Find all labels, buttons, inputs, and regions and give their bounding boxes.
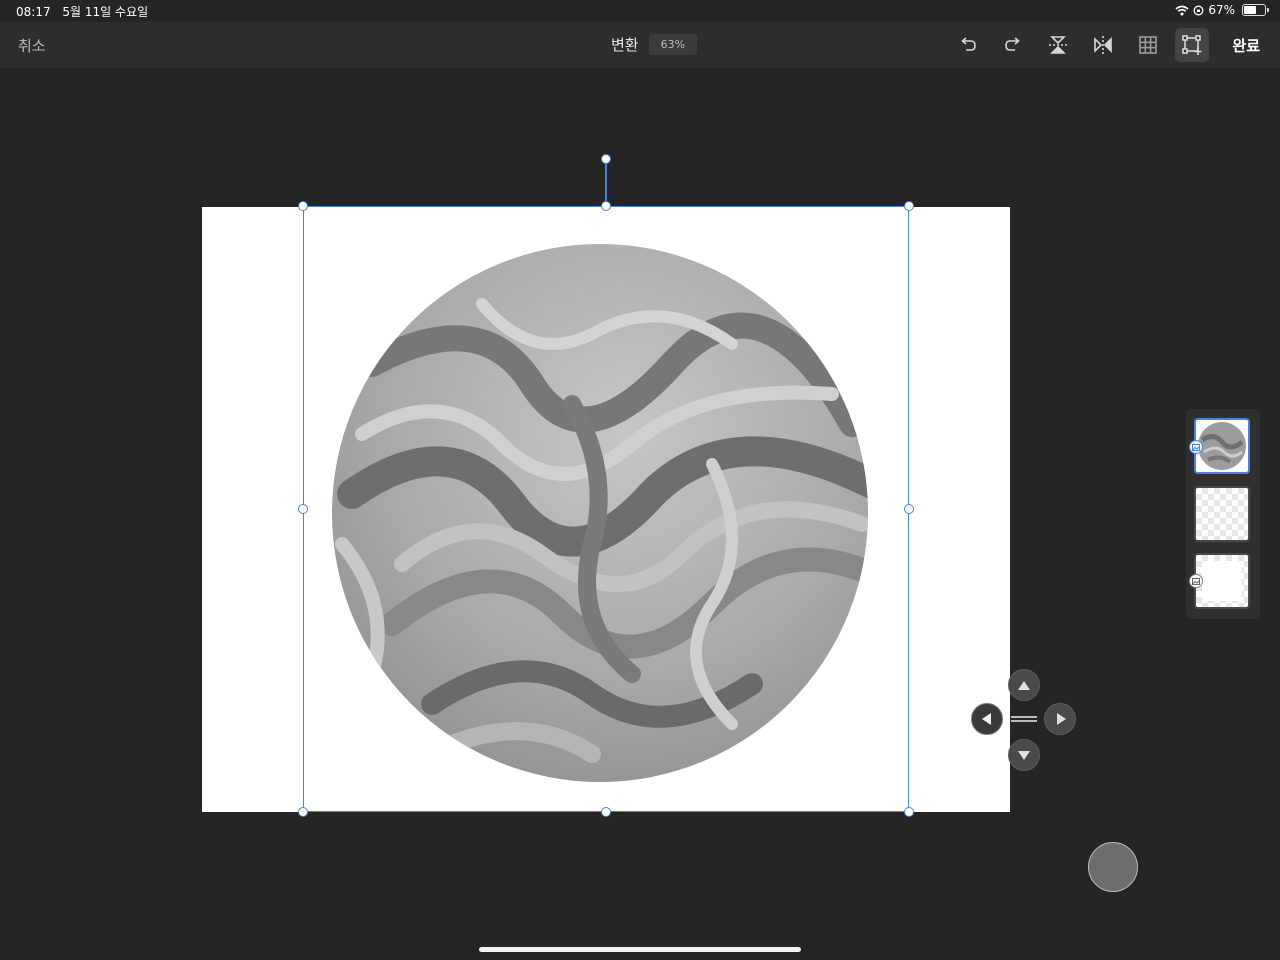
flip-horizontal-icon bbox=[1094, 36, 1112, 54]
orientation-lock-icon bbox=[1193, 5, 1204, 15]
toolbar: 취소 변환 63% 완료 bbox=[0, 22, 1280, 68]
handle-top-center[interactable] bbox=[601, 201, 611, 211]
handle-top-left[interactable] bbox=[298, 201, 308, 211]
handle-top-right[interactable] bbox=[904, 201, 914, 211]
flip-horizontal-button[interactable] bbox=[1086, 28, 1120, 62]
rotation-handle-line bbox=[605, 159, 607, 206]
arrow-right-icon bbox=[1056, 713, 1066, 725]
battery-fill bbox=[1244, 6, 1257, 14]
undo-icon bbox=[961, 37, 976, 51]
done-button[interactable]: 완료 bbox=[1232, 35, 1260, 56]
layers-panel bbox=[1186, 409, 1260, 619]
nudge-pad-drag-handle[interactable] bbox=[1011, 714, 1037, 724]
handle-bottom-left[interactable] bbox=[298, 807, 308, 817]
zoom-indicator[interactable]: 63% bbox=[648, 34, 698, 55]
flip-vertical-icon bbox=[1049, 36, 1067, 54]
free-transform-icon bbox=[1182, 35, 1202, 55]
arrow-left-icon bbox=[981, 713, 991, 725]
handle-bottom-center[interactable] bbox=[601, 807, 611, 817]
page-title: 변환 bbox=[611, 36, 639, 54]
drag-handle-icon bbox=[1011, 716, 1037, 718]
home-indicator[interactable] bbox=[479, 947, 801, 952]
layer-image-badge-icon bbox=[1189, 440, 1203, 454]
arrow-up-icon bbox=[1018, 680, 1030, 690]
background-fill bbox=[1202, 561, 1242, 601]
flip-vertical-button[interactable] bbox=[1041, 28, 1075, 62]
undo-button[interactable] bbox=[951, 28, 985, 62]
battery-percent: 67% bbox=[1208, 3, 1235, 17]
status-date: 5월 11일 수요일 bbox=[62, 5, 149, 19]
grid-icon bbox=[1139, 36, 1157, 54]
title-group: 변환 63% bbox=[611, 34, 698, 55]
cancel-button[interactable]: 취소 bbox=[18, 35, 46, 56]
arrow-down-icon bbox=[1018, 750, 1030, 760]
layer-image-badge-icon bbox=[1189, 574, 1203, 588]
layer-thumb-image bbox=[1198, 422, 1246, 470]
nudge-left-button[interactable] bbox=[971, 703, 1003, 735]
redo-button[interactable] bbox=[996, 28, 1030, 62]
handle-middle-left[interactable] bbox=[298, 504, 308, 514]
nudge-up-button[interactable] bbox=[1008, 669, 1040, 701]
status-right: 67% bbox=[1175, 3, 1269, 17]
handle-middle-right[interactable] bbox=[904, 504, 914, 514]
handle-bottom-right[interactable] bbox=[904, 807, 914, 817]
free-transform-button[interactable] bbox=[1175, 28, 1209, 62]
grid-button[interactable] bbox=[1131, 28, 1165, 62]
nudge-right-button[interactable] bbox=[1044, 703, 1076, 735]
floating-action-button[interactable] bbox=[1088, 842, 1138, 892]
battery-icon bbox=[1242, 4, 1269, 16]
status-bar: 08:17 5월 11일 수요일 67% bbox=[0, 0, 1280, 22]
wifi-icon bbox=[1175, 5, 1189, 15]
transform-selection-box[interactable] bbox=[303, 206, 909, 812]
layer-thumb-empty[interactable] bbox=[1194, 486, 1250, 542]
redo-icon bbox=[1005, 37, 1020, 51]
nudge-down-button[interactable] bbox=[1008, 739, 1040, 771]
rotation-handle[interactable] bbox=[601, 154, 611, 164]
status-time: 08:17 bbox=[16, 5, 51, 19]
status-left: 08:17 5월 11일 수요일 bbox=[16, 3, 156, 20]
